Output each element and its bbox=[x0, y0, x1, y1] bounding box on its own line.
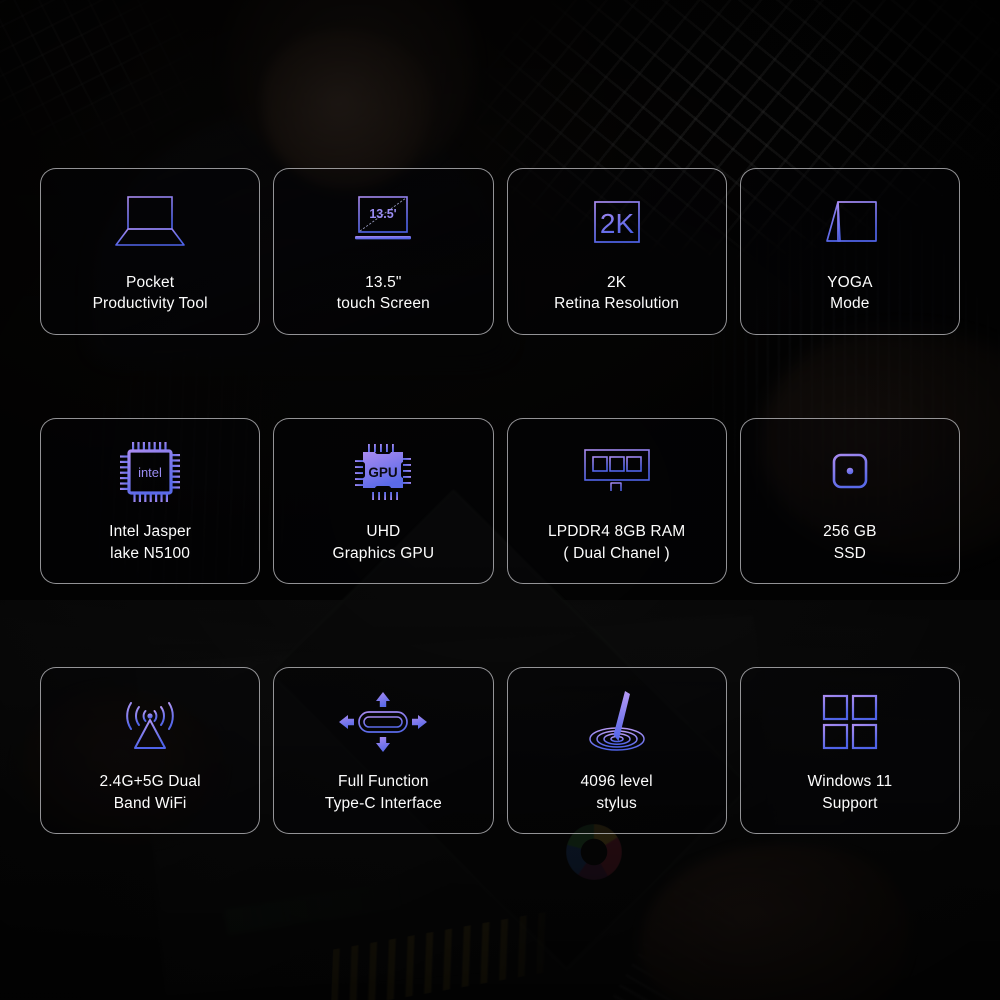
feature-label-line2: SSD bbox=[833, 544, 867, 562]
feature-card-wifi[interactable]: 2.4G+5G Dual Band WiFi bbox=[40, 667, 261, 834]
feature-card-processor[interactable]: intel Intel Jasper lake N5100 bbox=[40, 417, 261, 585]
wifi-antenna-tower-icon bbox=[47, 685, 253, 759]
feature-label-line2: Productivity Tool bbox=[92, 295, 208, 313]
feature-card-memory[interactable]: LPDDR4 8GB RAM ( Dual Chanel ) bbox=[506, 417, 727, 585]
feature-label-line2: stylus bbox=[596, 794, 637, 812]
windows-logo-icon bbox=[747, 685, 953, 759]
laptop-open-icon bbox=[47, 186, 253, 260]
feature-card-graphics[interactable]: GPU UHD Graphics GPU bbox=[273, 417, 494, 585]
feature-label-line1: 2.4G+5G Dual bbox=[99, 773, 201, 791]
ram-module-icon bbox=[514, 435, 720, 509]
feature-card-resolution[interactable]: 2K 2K Retina Resolution bbox=[506, 168, 727, 335]
feature-label-line1: Full Function bbox=[338, 773, 429, 791]
feature-label: 13.5" touch Screen bbox=[337, 272, 430, 315]
feature-label-line1: 4096 level bbox=[580, 773, 653, 791]
feature-card-os[interactable]: Windows 11 Support bbox=[739, 667, 960, 834]
resolution-2k-icon: 2K bbox=[514, 186, 720, 260]
feature-label-line2: Type-C Interface bbox=[324, 794, 442, 812]
feature-label: 256 GB SSD bbox=[823, 521, 876, 564]
feature-label: Intel Jasper lake N5100 bbox=[109, 521, 191, 564]
feature-label: Windows 11 Support bbox=[807, 771, 892, 814]
feature-label-line1: LPDDR4 8GB RAM bbox=[547, 523, 686, 541]
screen-size-icon-text: 13.5' bbox=[370, 207, 397, 221]
gpu-icon-text: GPU bbox=[369, 465, 398, 480]
feature-card-yoga-mode[interactable]: YOGA Mode bbox=[739, 168, 960, 335]
feature-label: Pocket Productivity Tool bbox=[93, 272, 208, 315]
feature-card-storage[interactable]: 256 GB SSD bbox=[739, 417, 960, 585]
feature-label-line1: 2K bbox=[606, 273, 627, 291]
feature-label: LPDDR4 8GB RAM ( Dual Chanel ) bbox=[548, 521, 685, 564]
feature-label-line2: Retina Resolution bbox=[554, 295, 680, 313]
feature-label-line1: 256 GB bbox=[823, 523, 877, 541]
screen-diagonal-measure-icon: 13.5' bbox=[280, 186, 486, 260]
usb-type-c-port-arrows-icon bbox=[280, 685, 486, 759]
feature-label: 2K Retina Resolution bbox=[554, 272, 679, 315]
laptop-tent-mode-icon bbox=[747, 186, 953, 260]
feature-label: Full Function Type-C Interface bbox=[325, 771, 442, 814]
feature-card-pocket-productivity[interactable]: Pocket Productivity Tool bbox=[40, 168, 261, 335]
cpu-icon-text: intel bbox=[138, 465, 162, 480]
feature-label-line2: touch Screen bbox=[336, 295, 430, 313]
feature-card-stylus[interactable]: 4096 level stylus bbox=[506, 667, 727, 834]
feature-label-line2: Band WiFi bbox=[113, 794, 187, 812]
feature-label-line2: Graphics GPU bbox=[332, 544, 435, 562]
feature-label-line2: lake N5100 bbox=[110, 544, 191, 562]
feature-grid: Pocket Productivity Tool 13.5' 13.5" tou… bbox=[40, 168, 960, 834]
resolution-icon-text: 2K bbox=[600, 208, 635, 239]
feature-label-line2: Mode bbox=[830, 295, 870, 313]
feature-label-line1: UHD bbox=[366, 523, 401, 541]
cpu-chip-icon: intel bbox=[47, 435, 253, 509]
feature-label-line1: 13.5" bbox=[365, 273, 402, 291]
feature-label-line1: Pocket bbox=[125, 273, 175, 291]
feature-label-line2: Support bbox=[822, 794, 878, 812]
feature-label: 2.4G+5G Dual Band WiFi bbox=[99, 771, 200, 814]
feature-card-touch-screen[interactable]: 13.5' 13.5" touch Screen bbox=[273, 168, 494, 335]
feature-label-line2: ( Dual Chanel ) bbox=[563, 544, 670, 562]
ssd-chip-crosshair-icon bbox=[747, 435, 953, 509]
feature-label-line1: Windows 11 bbox=[807, 773, 893, 791]
feature-label: 4096 level stylus bbox=[581, 771, 653, 814]
feature-label-line1: YOGA bbox=[827, 273, 873, 291]
feature-label: YOGA Mode bbox=[827, 272, 872, 315]
feature-card-type-c[interactable]: Full Function Type-C Interface bbox=[273, 667, 494, 834]
stylus-pen-ripple-icon bbox=[514, 685, 720, 759]
gpu-chip-icon: GPU bbox=[280, 435, 486, 509]
feature-label: UHD Graphics GPU bbox=[333, 521, 435, 564]
feature-label-line1: Intel Jasper bbox=[109, 523, 192, 541]
